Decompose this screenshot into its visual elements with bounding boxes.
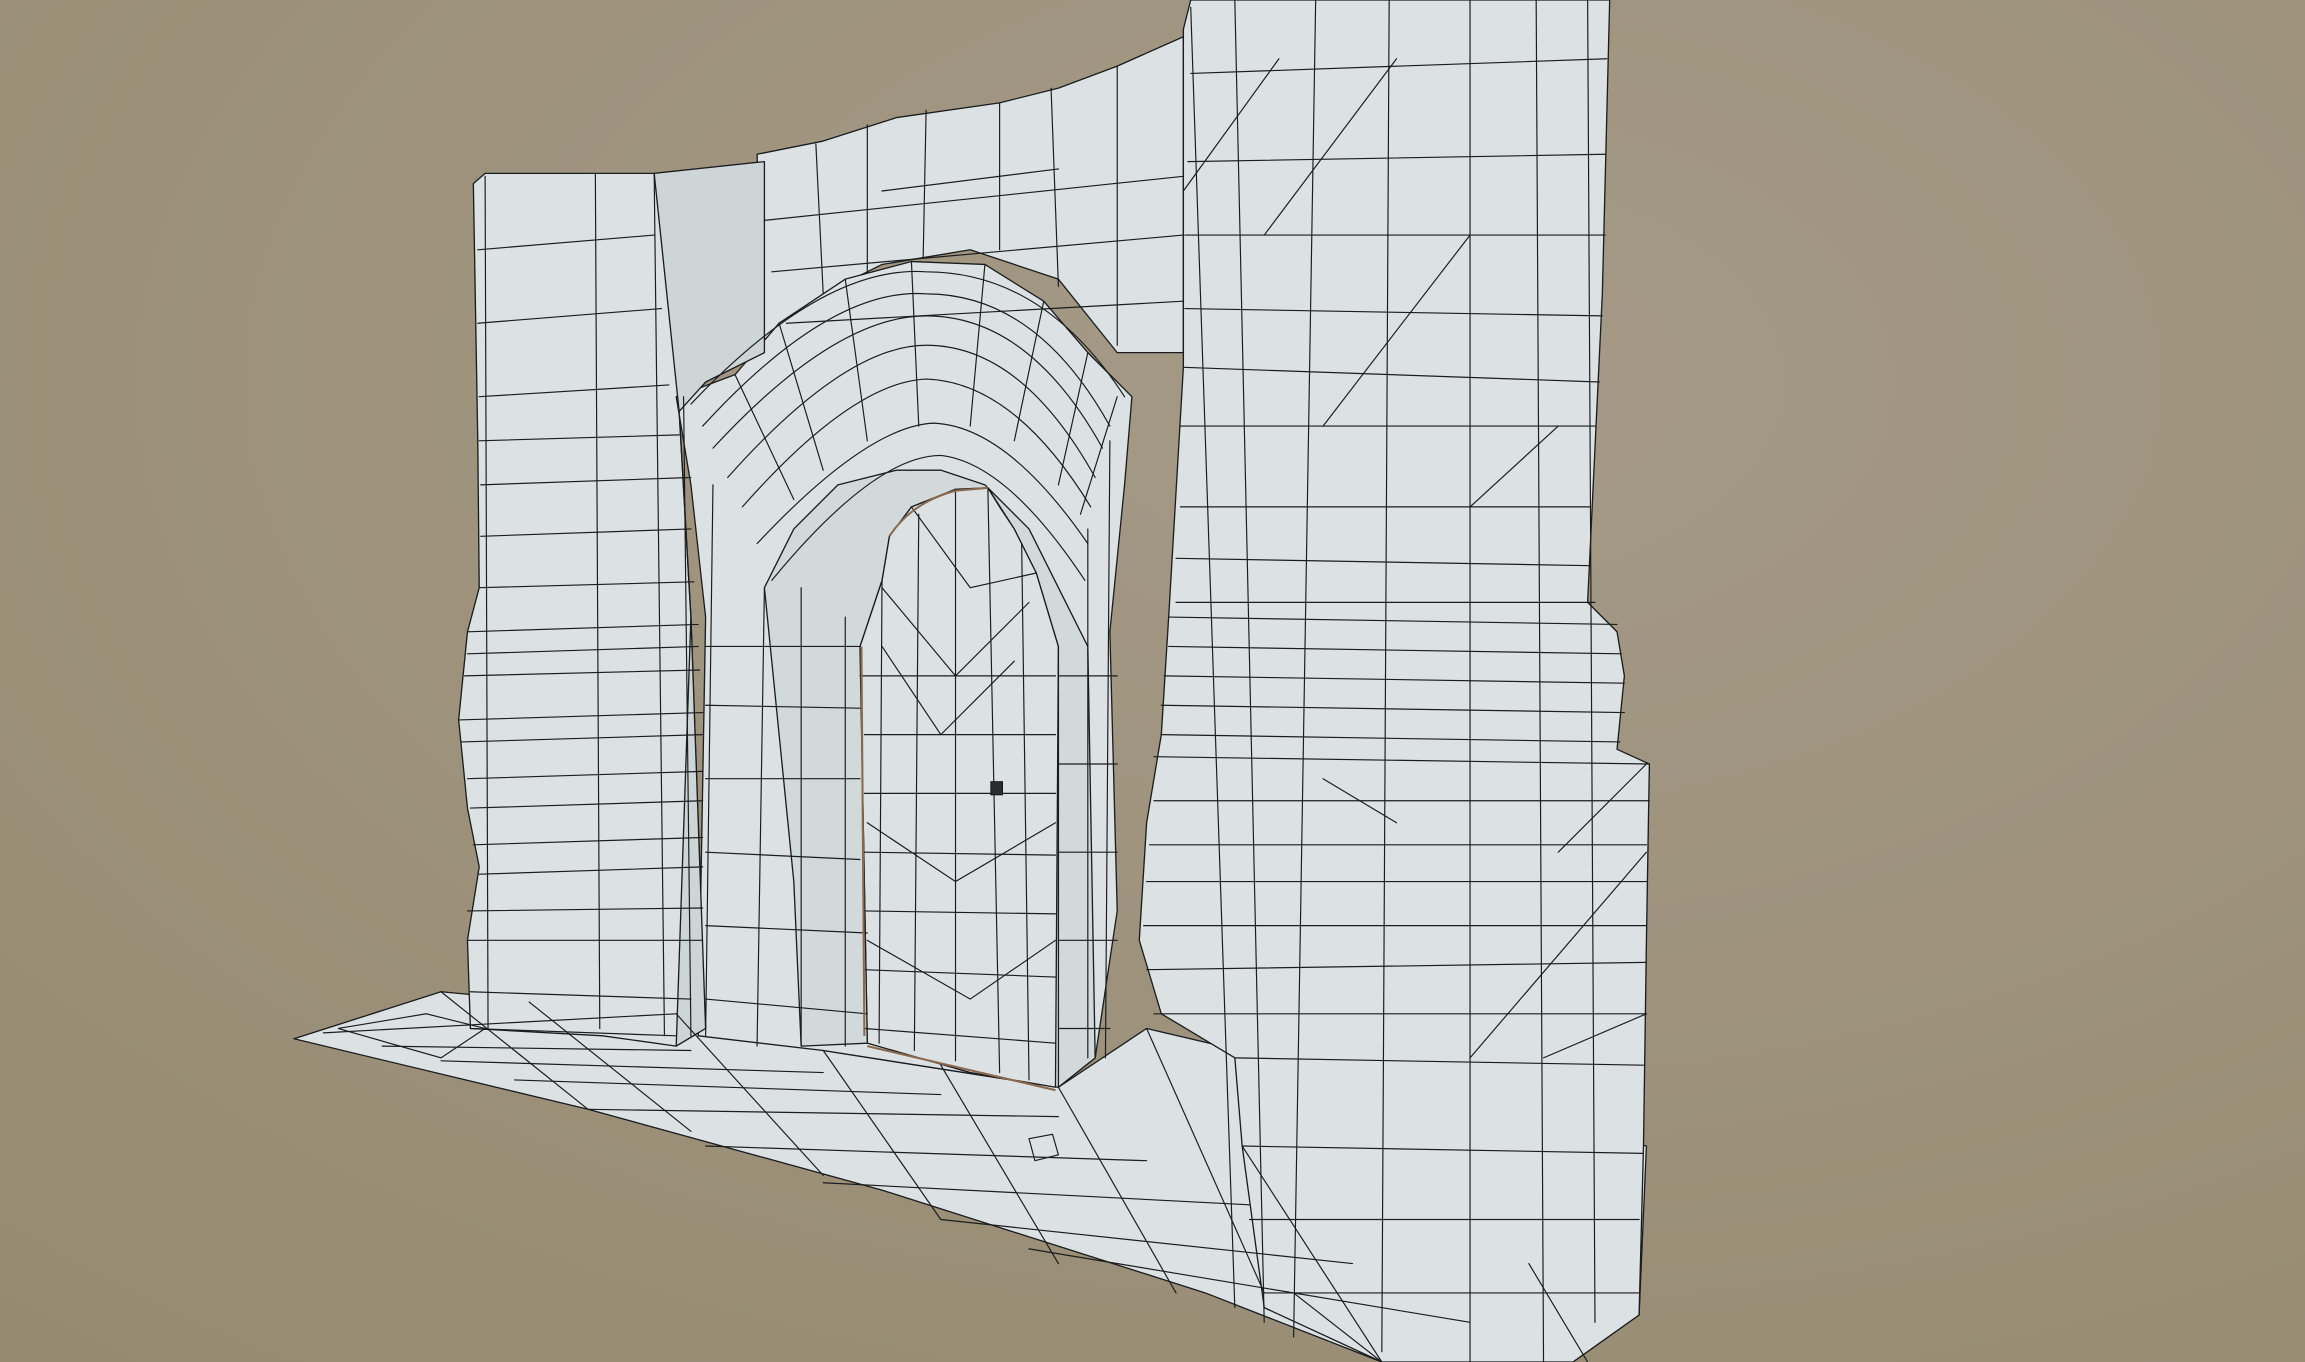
door-handle	[990, 781, 1003, 796]
door-mesh	[859, 487, 1060, 1088]
wireframe-mesh-render	[0, 0, 2305, 1362]
3d-viewport[interactable]	[0, 0, 2305, 1362]
